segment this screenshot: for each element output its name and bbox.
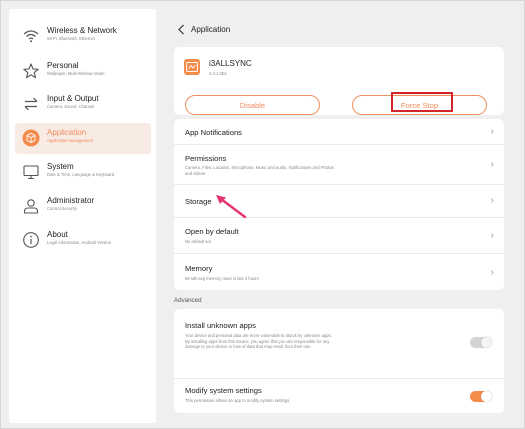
sidebar-item-title: System: [47, 162, 74, 171]
row-subtitle: Your device and personal data are more v…: [185, 333, 332, 349]
row-subtitle: 66 MB avg memory used in last 3 hours: [185, 276, 259, 281]
advanced-section-label: Advanced: [174, 297, 202, 304]
row-modify-system-settings[interactable]: Modify system settings This permission a…: [174, 379, 504, 413]
sidebar-item-about[interactable]: About Legal Information, Android Version: [15, 225, 151, 256]
sidebar-item-subtitle: Control,Security: [47, 206, 77, 211]
force-stop-highlight: [391, 92, 453, 112]
row-open-by-default[interactable]: Open by default No default set ›: [174, 218, 504, 254]
chevron-right-icon: ›: [490, 126, 494, 137]
sidebar-item-wireless-network[interactable]: Wireless & Network Wi-Fi, Bluetooth, Eth…: [15, 21, 151, 52]
sidebar-item-title: Input & Output: [47, 94, 99, 103]
row-title: Storage: [185, 197, 212, 206]
info-icon: [23, 232, 39, 248]
sidebar-item-title: Wireless & Network: [47, 26, 117, 35]
wifi-icon: [23, 30, 39, 43]
sidebar-item-application[interactable]: Application Application management: [15, 123, 151, 154]
row-install-unknown-apps[interactable]: Install unknown apps Your device and per…: [174, 309, 504, 379]
sidebar-item-administrator[interactable]: Administrator Control,Security: [15, 191, 151, 222]
star-icon: [23, 63, 39, 79]
user-icon: [23, 199, 39, 214]
settings-screen: Wireless & Network Wi-Fi, Bluetooth, Eth…: [0, 0, 525, 429]
row-title: Modify system settings: [185, 386, 262, 395]
sidebar-item-subtitle: Camera, Sound, Channel: [47, 104, 95, 109]
row-permissions[interactable]: Permissions Camera, Files, Location, Mic…: [174, 145, 504, 185]
disable-button[interactable]: Disable: [185, 95, 320, 115]
app-name: i3ALLSYNC: [209, 59, 252, 68]
row-title: App Notifications: [185, 128, 242, 137]
sidebar-item-personal[interactable]: Personal Wallpaper, Multi-Window Mode: [15, 56, 151, 87]
app-version: 4.3.1.052: [209, 71, 227, 76]
row-subtitle: This permission allows an app to modify …: [185, 398, 291, 403]
sidebar-item-subtitle: Legal Information, Android Version: [47, 240, 112, 245]
annotation-arrow-icon: [216, 195, 247, 219]
cube-icon: [22, 129, 40, 147]
page-header: Application: [177, 24, 230, 35]
row-title: Permissions: [185, 154, 227, 163]
chevron-right-icon: ›: [490, 195, 494, 206]
row-app-notifications[interactable]: App Notifications ›: [174, 119, 504, 145]
page-title: Application: [191, 25, 231, 34]
monitor-icon: [23, 165, 39, 180]
sidebar-item-title: Application: [47, 128, 87, 137]
sidebar-item-title: Administrator: [47, 196, 95, 205]
advanced-settings-list: Install unknown apps Your device and per…: [174, 309, 504, 413]
sidebar-item-system[interactable]: System Date & Time, Language & Keyboard: [15, 157, 151, 188]
row-title: Memory: [185, 264, 213, 273]
sidebar-item-subtitle: Wi-Fi, Bluetooth, Ethernet: [47, 36, 95, 41]
sidebar-item-title: Personal: [47, 61, 79, 70]
row-subtitle: Camera, Files, Location, Microphone, Mus…: [185, 165, 334, 176]
sidebar-item-input-output[interactable]: Input & Output Camera, Sound, Channel: [15, 89, 151, 120]
app-info-card: i3ALLSYNC 4.3.1.052 Disable Force Stop: [174, 47, 504, 115]
install-unknown-apps-toggle[interactable]: [470, 337, 492, 348]
row-memory[interactable]: Memory 66 MB avg memory used in last 3 h…: [174, 254, 504, 290]
chevron-right-icon: ›: [490, 230, 494, 241]
chevron-right-icon: ›: [490, 159, 494, 170]
row-title: Open by default: [185, 227, 239, 236]
row-subtitle: No default set: [185, 239, 211, 244]
sidebar-item-subtitle: Date & Time, Language & Keyboard: [47, 172, 115, 177]
app-logo-icon: [184, 59, 200, 75]
modify-system-settings-toggle[interactable]: [470, 391, 492, 402]
sidebar-item-title: About: [47, 230, 68, 239]
chevron-right-icon: ›: [490, 267, 494, 278]
settings-sidebar: Wireless & Network Wi-Fi, Bluetooth, Eth…: [9, 9, 156, 423]
sidebar-item-subtitle: Wallpaper, Multi-Window Mode: [47, 71, 105, 76]
sidebar-item-subtitle: Application management: [47, 138, 94, 143]
chevron-left-icon[interactable]: [177, 24, 185, 35]
row-title: Install unknown apps: [185, 321, 256, 330]
swap-arrows-icon: [24, 97, 38, 111]
